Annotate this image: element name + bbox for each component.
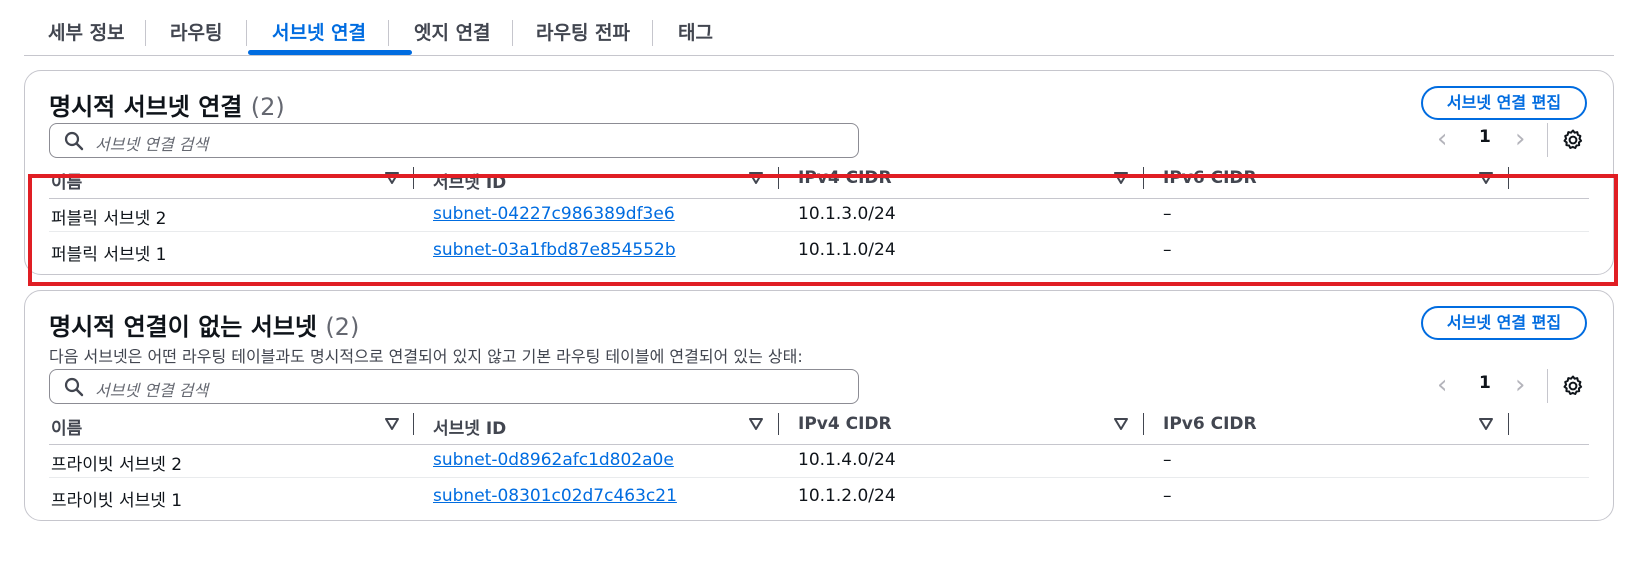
search-input[interactable]: 서브넷 연결 검색 xyxy=(49,123,859,158)
annotation-highlight-box xyxy=(28,174,1618,286)
pager-divider xyxy=(1547,369,1548,403)
column-header-ipv4-cidr[interactable]: IPv4 CIDR xyxy=(798,414,892,434)
gear-icon[interactable] xyxy=(1561,128,1585,152)
pagination: ‹ 1 › xyxy=(1437,369,1587,403)
sort-triangle-icon[interactable] xyxy=(1114,417,1128,431)
search-icon xyxy=(64,131,84,151)
cell-ipv4-cidr: 10.1.2.0/24 xyxy=(798,486,896,506)
table-row[interactable]: 프라이빗 서브넷 1 subnet-08301c02d7c463c21 10.1… xyxy=(49,478,1589,514)
sort-triangle-icon[interactable] xyxy=(1479,417,1493,431)
panel-title: 명시적 서브넷 연결 (2) xyxy=(49,87,285,122)
tab-routes[interactable]: 라우팅 xyxy=(170,18,222,48)
column-header-ipv6-cidr[interactable]: IPv6 CIDR xyxy=(1163,414,1257,434)
search-placeholder: 서브넷 연결 검색 xyxy=(95,135,209,154)
panel-title-text: 명시적 서브넷 연결 xyxy=(49,93,243,121)
page-number[interactable]: 1 xyxy=(1479,373,1491,393)
tab-details[interactable]: 세부 정보 xyxy=(48,18,125,48)
pager-divider xyxy=(1547,123,1548,157)
edit-subnet-associations-button[interactable]: 서브넷 연결 편집 xyxy=(1421,306,1587,340)
sort-triangle-icon[interactable] xyxy=(385,417,399,431)
chevron-right-icon[interactable]: › xyxy=(1515,126,1525,152)
subnets-without-explicit-associations-panel: 명시적 연결이 없는 서브넷 (2) 다음 서브넷은 어떤 라우팅 테이블과도 … xyxy=(24,290,1614,521)
edit-subnet-associations-button[interactable]: 서브넷 연결 편집 xyxy=(1421,86,1587,120)
chevron-left-icon[interactable]: ‹ xyxy=(1437,372,1447,398)
pagination: ‹ 1 › xyxy=(1437,123,1587,157)
search-input[interactable]: 서브넷 연결 검색 xyxy=(49,369,859,404)
tab-bar: 세부 정보 라우팅 서브넷 연결 엣지 연결 라우팅 전파 태그 xyxy=(24,0,1614,56)
subnet-id-link[interactable]: subnet-08301c02d7c463c21 xyxy=(433,486,677,506)
tab-divider xyxy=(652,20,653,46)
table-row[interactable]: 프라이빗 서브넷 2 subnet-0d8962afc1d802a0e 10.1… xyxy=(49,442,1589,478)
search-placeholder: 서브넷 연결 검색 xyxy=(95,381,209,400)
column-resizer[interactable] xyxy=(1508,413,1509,435)
cell-name: 프라이빗 서브넷 1 xyxy=(51,491,183,511)
column-resizer[interactable] xyxy=(1143,413,1144,435)
tab-route-propagation[interactable]: 라우팅 전파 xyxy=(536,18,630,48)
cell-ipv4-cidr: 10.1.4.0/24 xyxy=(798,450,896,470)
page-number[interactable]: 1 xyxy=(1479,127,1491,147)
active-tab-indicator xyxy=(248,50,412,55)
gear-icon[interactable] xyxy=(1561,374,1585,398)
panel-title-text: 명시적 연결이 없는 서브넷 xyxy=(49,313,317,341)
tab-subnet-associations[interactable]: 서브넷 연결 xyxy=(272,18,366,48)
cell-ipv6-cidr: – xyxy=(1163,486,1172,506)
tab-divider xyxy=(388,20,389,46)
cell-ipv6-cidr: – xyxy=(1163,450,1172,470)
panel-description: 다음 서브넷은 어떤 라우팅 테이블과도 명시적으로 연결되어 있지 않고 기본… xyxy=(49,347,803,366)
search-icon xyxy=(64,377,84,397)
panel-title-count: (2) xyxy=(250,93,285,121)
tab-edge-associations[interactable]: 엣지 연결 xyxy=(414,18,491,48)
column-resizer[interactable] xyxy=(778,413,779,435)
tab-tags[interactable]: 태그 xyxy=(678,18,713,48)
chevron-right-icon[interactable]: › xyxy=(1515,372,1525,398)
tab-divider xyxy=(512,20,513,46)
panel-title-count: (2) xyxy=(325,313,360,341)
column-resizer[interactable] xyxy=(413,413,414,435)
tab-divider xyxy=(145,20,146,46)
column-header-subnet-id[interactable]: 서브넷 ID xyxy=(433,414,506,439)
panel-title: 명시적 연결이 없는 서브넷 (2) xyxy=(49,307,359,342)
subnet-id-link[interactable]: subnet-0d8962afc1d802a0e xyxy=(433,450,674,470)
column-header-name[interactable]: 이름 xyxy=(51,414,82,439)
chevron-left-icon[interactable]: ‹ xyxy=(1437,126,1447,152)
tab-divider xyxy=(246,20,247,46)
cell-name: 프라이빗 서브넷 2 xyxy=(51,455,183,475)
sort-triangle-icon[interactable] xyxy=(749,417,763,431)
table-header: 이름 서브넷 ID IPv4 CIDR IPv6 CIDR xyxy=(49,409,1589,445)
